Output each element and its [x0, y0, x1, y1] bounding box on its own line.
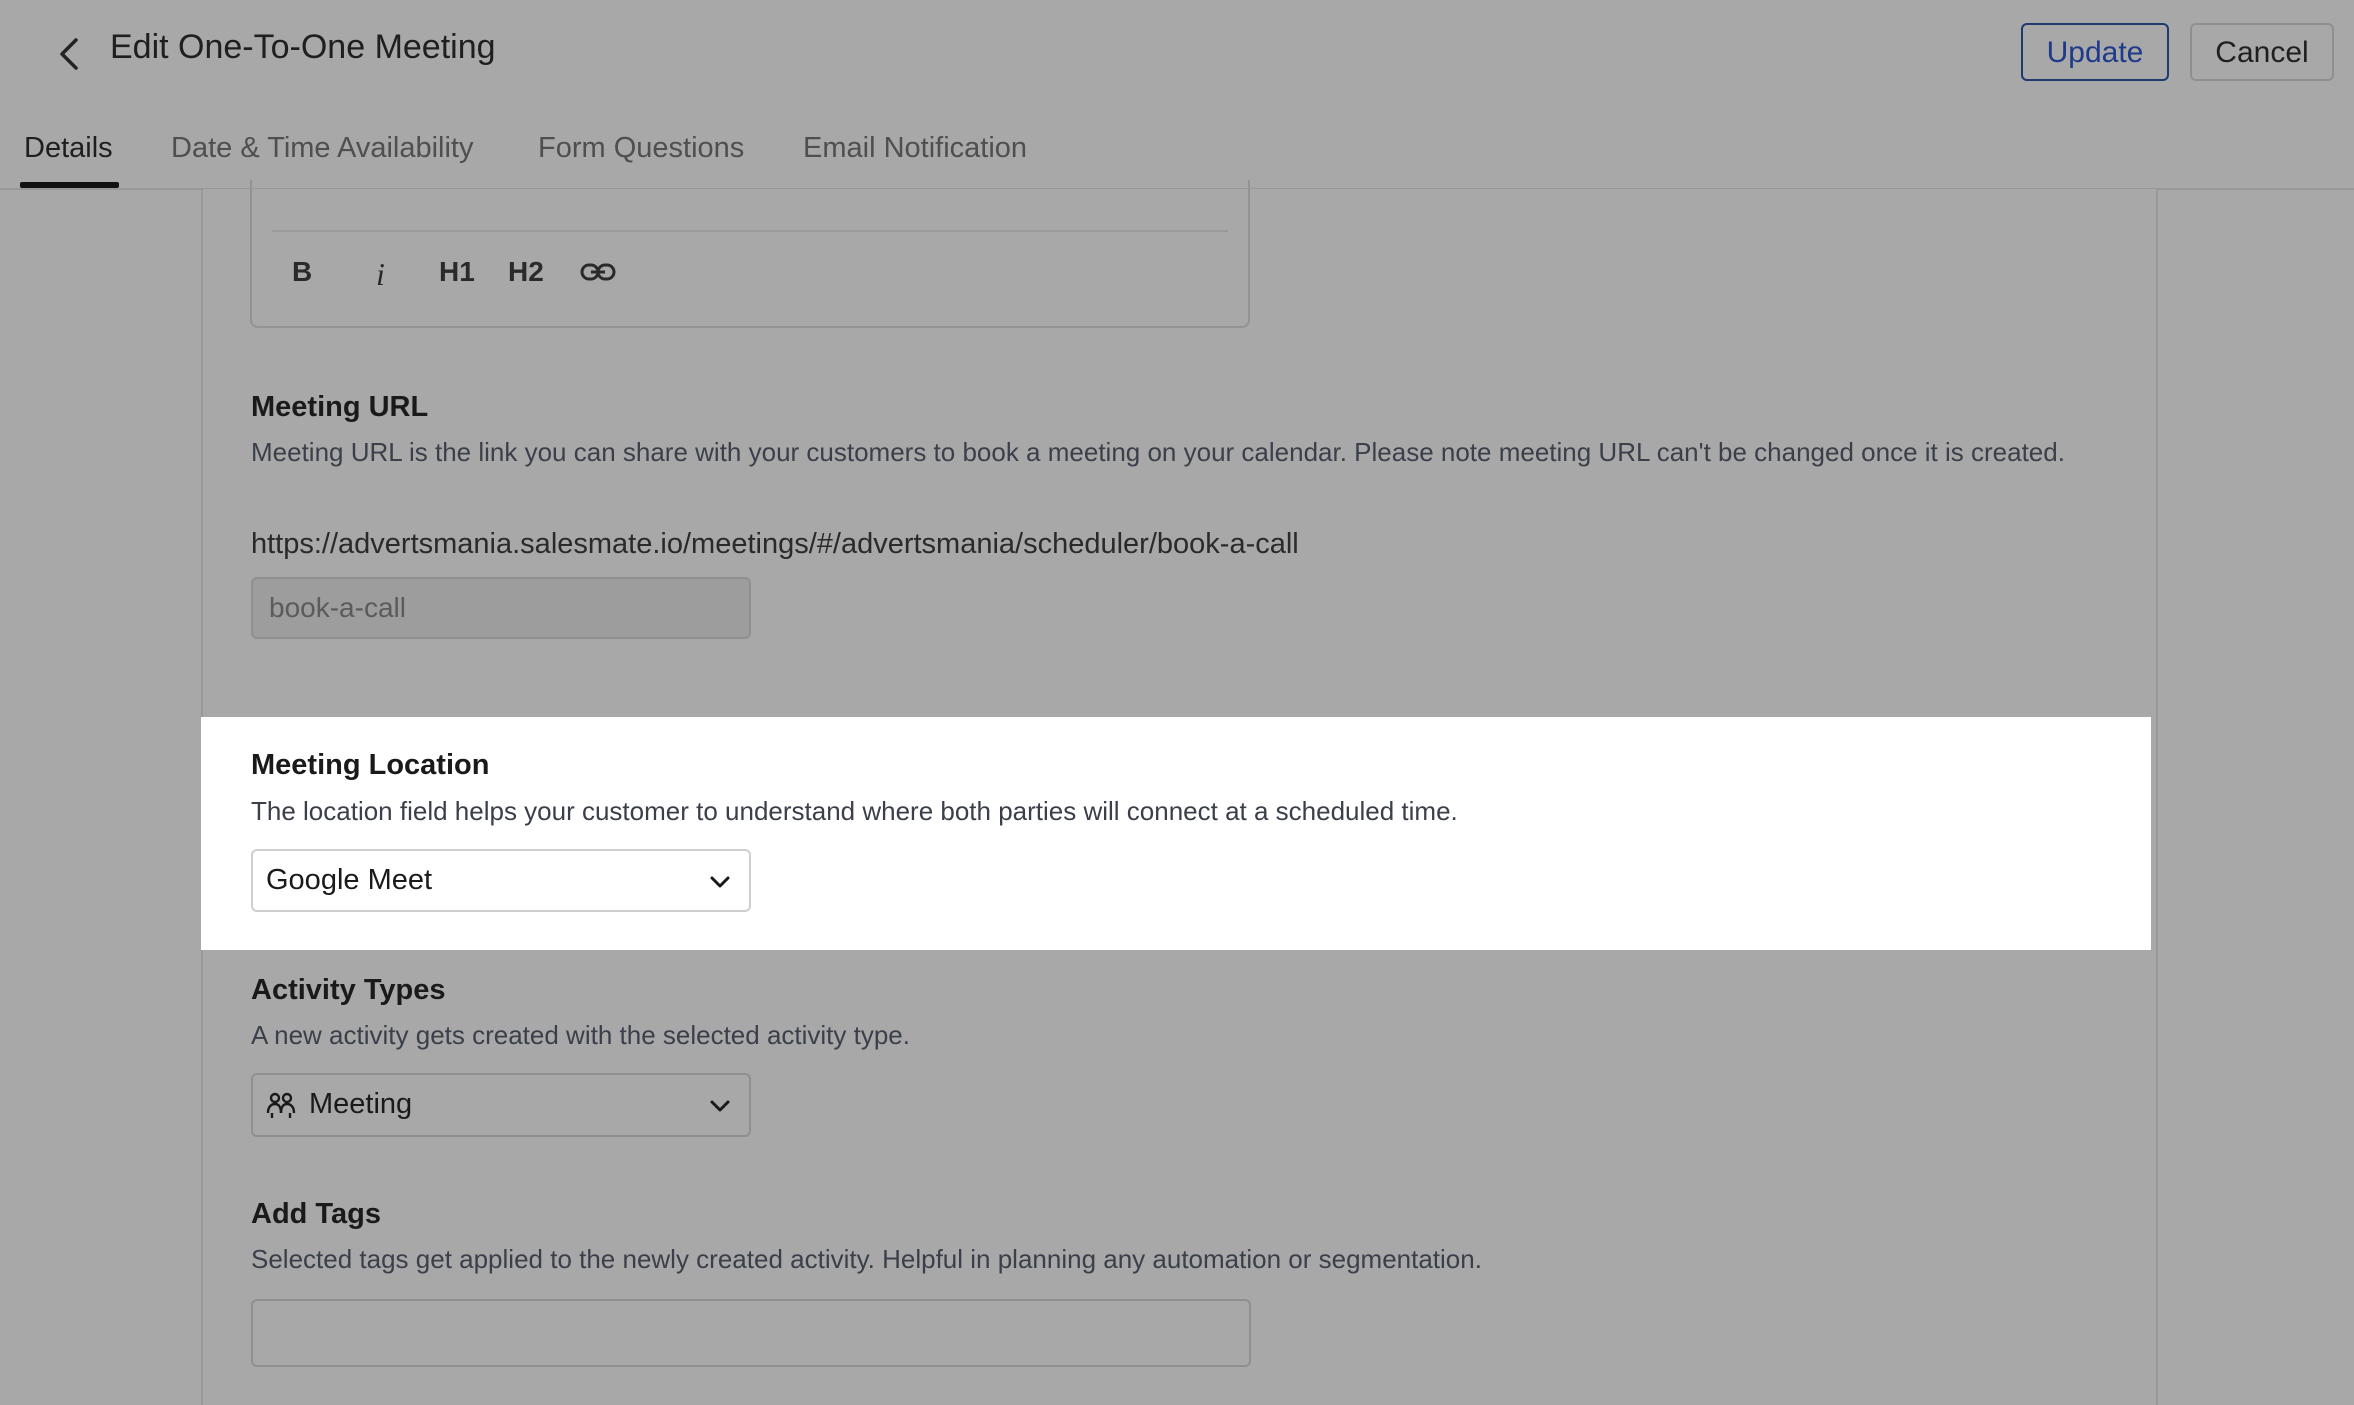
chevron-down-icon — [710, 876, 730, 888]
people-icon — [266, 1092, 296, 1118]
update-button[interactable]: Update — [2021, 23, 2169, 81]
editor-divider — [272, 230, 1228, 232]
meeting-url-title: Meeting URL — [251, 391, 429, 423]
bold-button[interactable]: B — [292, 256, 312, 288]
header-bar: Edit One-To-One Meeting Update Cancel De… — [0, 0, 2354, 190]
meeting-location-select[interactable]: Google Meet — [251, 849, 751, 912]
tab-email-notification[interactable]: Email Notification — [803, 132, 1027, 165]
description-editor[interactable]: B i H1 H2 — [250, 180, 1250, 328]
activity-types-title: Activity Types — [251, 974, 446, 1006]
link-icon[interactable] — [580, 258, 616, 286]
meeting-base-url: https://advertsmania.salesmate.io/meetin… — [251, 528, 1299, 560]
tab-date-time-availability[interactable]: Date & Time Availability — [171, 132, 474, 165]
meeting-location-section — [201, 717, 2151, 950]
chevron-down-icon — [710, 1100, 730, 1112]
meeting-url-description: Meeting URL is the link you can share wi… — [251, 437, 2065, 467]
meeting-location-title: Meeting Location — [251, 749, 490, 781]
meeting-slug-input: book-a-call — [251, 577, 751, 639]
add-tags-description: Selected tags get applied to the newly c… — [251, 1244, 1482, 1274]
tab-form-questions[interactable]: Form Questions — [538, 132, 744, 165]
page-title: Edit One-To-One Meeting — [110, 28, 496, 66]
meeting-location-value: Google Meet — [266, 864, 433, 896]
active-tab-indicator — [20, 182, 119, 188]
h1-button[interactable]: H1 — [439, 256, 475, 288]
meeting-location-description: The location field helps your customer t… — [251, 796, 1458, 826]
add-tags-title: Add Tags — [251, 1198, 381, 1230]
back-arrow-icon[interactable] — [52, 36, 88, 72]
cancel-button[interactable]: Cancel — [2190, 23, 2334, 81]
activity-types-description: A new activity gets created with the sel… — [251, 1020, 910, 1050]
activity-type-value: Meeting — [309, 1088, 413, 1120]
tab-details[interactable]: Details — [24, 132, 113, 165]
h2-button[interactable]: H2 — [508, 256, 544, 288]
activity-type-select[interactable]: Meeting — [251, 1073, 751, 1137]
italic-button[interactable]: i — [376, 256, 385, 293]
tags-input[interactable] — [251, 1299, 1251, 1367]
